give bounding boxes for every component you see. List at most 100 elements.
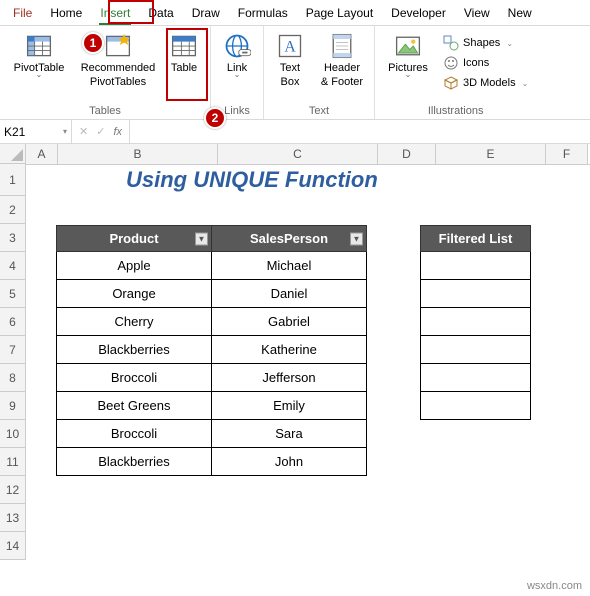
table-cell[interactable]: Emily bbox=[212, 392, 367, 420]
pivottable-icon bbox=[25, 32, 53, 60]
column-header[interactable]: B bbox=[58, 144, 218, 164]
menu-new[interactable]: New bbox=[499, 2, 541, 24]
table-cell[interactable]: John bbox=[212, 448, 367, 476]
illustrations-mini-list: Shapes ⌄ Icons 3D Models ⌄ bbox=[441, 30, 530, 92]
callout-badge-2: 2 bbox=[204, 107, 226, 129]
callout-badge-1: 1 bbox=[82, 32, 104, 54]
filtered-cell[interactable] bbox=[421, 392, 531, 420]
table-cell[interactable]: Blackberries bbox=[57, 448, 212, 476]
row-header[interactable]: 11 bbox=[0, 448, 26, 476]
cancel-icon[interactable]: ✕ bbox=[76, 123, 91, 140]
chevron-down-icon: ⌄ bbox=[36, 70, 43, 79]
column-header[interactable]: E bbox=[436, 144, 546, 164]
filtered-cell[interactable] bbox=[421, 280, 531, 308]
pictures-icon bbox=[394, 32, 422, 60]
row-header[interactable]: 8 bbox=[0, 364, 26, 392]
select-all-triangle[interactable] bbox=[0, 144, 26, 164]
table-cell[interactable]: Blackberries bbox=[57, 336, 212, 364]
table-button[interactable]: Table bbox=[164, 30, 204, 76]
chevron-down-icon: ⌄ bbox=[405, 70, 412, 79]
link-icon bbox=[223, 32, 251, 60]
table-cell[interactable]: Gabriel bbox=[212, 308, 367, 336]
menu-view[interactable]: View bbox=[455, 2, 499, 24]
table-cell[interactable]: Broccoli bbox=[57, 420, 212, 448]
header-footer-label1: Header bbox=[324, 62, 360, 74]
table-header-salesperson[interactable]: SalesPerson ▼ bbox=[212, 226, 367, 252]
textbox-button[interactable]: A Text Box bbox=[270, 30, 310, 90]
column-header[interactable]: F bbox=[546, 144, 588, 164]
table-cell[interactable]: Apple bbox=[57, 252, 212, 280]
menu-insert[interactable]: Insert bbox=[91, 2, 139, 24]
table-row: AppleMichael bbox=[57, 252, 367, 280]
table-cell[interactable]: Cherry bbox=[57, 308, 212, 336]
filtered-cell[interactable] bbox=[421, 336, 531, 364]
table-header-product[interactable]: Product ▼ bbox=[57, 226, 212, 252]
filtered-cell[interactable] bbox=[421, 364, 531, 392]
formula-bar: K21 ▾ ✕ ✓ fx bbox=[0, 120, 590, 144]
icons-button[interactable]: Icons bbox=[441, 54, 530, 72]
row-header[interactable]: 2 bbox=[0, 196, 26, 224]
textbox-label2: Box bbox=[281, 76, 300, 88]
menu-developer[interactable]: Developer bbox=[382, 2, 455, 24]
ribbon-group-links: Link ⌄ Links bbox=[211, 26, 264, 119]
row-header[interactable]: 3 bbox=[0, 224, 26, 252]
table-cell[interactable]: Sara bbox=[212, 420, 367, 448]
row-header[interactable]: 5 bbox=[0, 280, 26, 308]
menu-draw[interactable]: Draw bbox=[183, 2, 229, 24]
table-row: BlackberriesJohn bbox=[57, 448, 367, 476]
ribbon-group-text: A Text Box Header & Footer Text bbox=[264, 26, 375, 119]
name-box[interactable]: K21 ▾ bbox=[0, 120, 72, 143]
worksheet-grid: 1234567891011121314 ABCDEF Using UNIQUE … bbox=[0, 144, 590, 585]
menu-formulas[interactable]: Formulas bbox=[229, 2, 297, 24]
enter-icon[interactable]: ✓ bbox=[93, 123, 108, 140]
menu-page-layout[interactable]: Page Layout bbox=[297, 2, 382, 24]
link-button[interactable]: Link ⌄ bbox=[217, 30, 257, 81]
table-cell[interactable]: Jefferson bbox=[212, 364, 367, 392]
table-row: Beet GreensEmily bbox=[57, 392, 367, 420]
pictures-button[interactable]: Pictures ⌄ bbox=[381, 30, 435, 81]
filter-button[interactable]: ▼ bbox=[195, 232, 208, 245]
sheet-title: Using UNIQUE Function bbox=[126, 167, 378, 193]
filtered-cell[interactable] bbox=[421, 252, 531, 280]
pivottable-button[interactable]: PivotTable ⌄ bbox=[6, 30, 72, 81]
row-header[interactable]: 7 bbox=[0, 336, 26, 364]
recommended-pivot-label1: Recommended bbox=[81, 62, 156, 74]
formula-input[interactable] bbox=[130, 120, 590, 143]
column-header[interactable]: A bbox=[26, 144, 58, 164]
table-cell[interactable]: Broccoli bbox=[57, 364, 212, 392]
table-cell[interactable]: Orange bbox=[57, 280, 212, 308]
row-header[interactable]: 1 bbox=[0, 164, 26, 196]
sheet-body[interactable]: Using UNIQUE Function Product ▼ SalesPer… bbox=[26, 165, 590, 585]
icons-label: Icons bbox=[463, 57, 489, 69]
3d-models-button[interactable]: 3D Models ⌄ bbox=[441, 74, 530, 92]
column-header[interactable]: D bbox=[378, 144, 436, 164]
row-header[interactable]: 9 bbox=[0, 392, 26, 420]
table-cell[interactable]: Beet Greens bbox=[57, 392, 212, 420]
menu-file[interactable]: File bbox=[4, 2, 41, 24]
menu-data[interactable]: Data bbox=[139, 2, 182, 24]
row-header[interactable]: 13 bbox=[0, 504, 26, 532]
textbox-icon: A bbox=[276, 32, 304, 60]
table-row: OrangeDaniel bbox=[57, 280, 367, 308]
row-header[interactable]: 4 bbox=[0, 252, 26, 280]
filtered-cell[interactable] bbox=[421, 308, 531, 336]
table-cell[interactable]: Daniel bbox=[212, 280, 367, 308]
recommended-pivot-icon bbox=[104, 32, 132, 60]
ribbon-group-tables: PivotTable ⌄ Recommended PivotTables bbox=[0, 26, 211, 119]
header-footer-button[interactable]: Header & Footer bbox=[316, 30, 368, 90]
row-header[interactable]: 12 bbox=[0, 476, 26, 504]
table-row: CherryGabriel bbox=[57, 308, 367, 336]
menu-home[interactable]: Home bbox=[41, 2, 91, 24]
filter-button[interactable]: ▼ bbox=[350, 232, 363, 245]
table-cell[interactable]: Katherine bbox=[212, 336, 367, 364]
table-row: BroccoliSara bbox=[57, 420, 367, 448]
table-cell[interactable]: Michael bbox=[212, 252, 367, 280]
column-header[interactable]: C bbox=[218, 144, 378, 164]
group-label-links: Links bbox=[224, 104, 250, 117]
shapes-label: Shapes bbox=[463, 37, 500, 49]
row-header[interactable]: 14 bbox=[0, 532, 26, 560]
row-header[interactable]: 6 bbox=[0, 308, 26, 336]
shapes-button[interactable]: Shapes ⌄ bbox=[441, 34, 530, 52]
fx-icon[interactable]: fx bbox=[110, 124, 125, 140]
row-header[interactable]: 10 bbox=[0, 420, 26, 448]
